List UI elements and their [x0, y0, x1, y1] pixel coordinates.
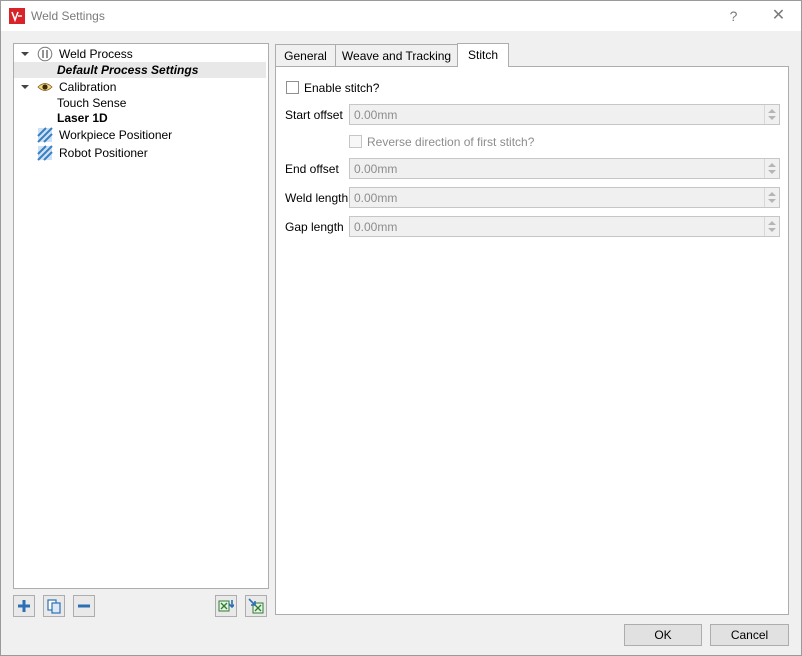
tree-item-default-process-settings[interactable]: Default Process Settings [14, 62, 266, 78]
gap-length-input[interactable]: 0.00mm [349, 216, 780, 237]
tree-item-robot-positioner[interactable]: Robot Positioner [14, 145, 266, 161]
tree-item-label: Workpiece Positioner [59, 128, 173, 142]
spin-up-icon[interactable] [768, 192, 776, 196]
tree-item-weld-process[interactable]: Weld Process [14, 46, 266, 62]
tree-item-laser-1d[interactable]: Laser 1D [14, 110, 266, 126]
spin-up-icon[interactable] [768, 163, 776, 167]
reverse-direction-label: Reverse direction of first stitch? [367, 135, 535, 149]
tree-item-touch-sense[interactable]: Touch Sense [14, 95, 266, 111]
tree-item-label: Default Process Settings [57, 63, 199, 77]
ok-button[interactable]: OK [624, 624, 702, 646]
export-button[interactable] [245, 595, 267, 617]
tree-item-label: Weld Process [59, 47, 133, 61]
expand-arrow-icon[interactable] [20, 46, 30, 62]
weld-length-label: Weld length [285, 191, 349, 205]
gap-length-value: 0.00mm [354, 220, 398, 234]
end-offset-label: End offset [285, 162, 339, 176]
weld-length-input[interactable]: 0.00mm [349, 187, 780, 208]
tree-item-label: Laser 1D [57, 111, 108, 125]
end-offset-value: 0.00mm [354, 162, 398, 176]
title-bar: Weld Settings ? ✕ [1, 1, 801, 31]
export-icon [248, 598, 264, 614]
copy-icon [47, 599, 61, 614]
weld-process-icon [37, 46, 53, 62]
tab-stitch[interactable]: Stitch [457, 43, 509, 67]
end-offset-stepper[interactable] [764, 159, 779, 178]
weld-length-stepper[interactable] [764, 188, 779, 207]
reverse-direction-checkbox[interactable] [349, 135, 362, 148]
positioner-icon [37, 127, 53, 143]
tree-item-label: Touch Sense [57, 96, 127, 110]
positioner-icon [37, 145, 53, 161]
expand-arrow-icon[interactable] [20, 79, 30, 95]
tree-item-workpiece-positioner[interactable]: Workpiece Positioner [14, 127, 266, 143]
gap-length-label: Gap length [285, 220, 344, 234]
import-icon [218, 600, 234, 612]
spin-up-icon[interactable] [768, 109, 776, 113]
remove-button[interactable] [73, 595, 95, 617]
weld-length-value: 0.00mm [354, 191, 398, 205]
enable-stitch-label: Enable stitch? [304, 81, 380, 95]
gap-length-stepper[interactable] [764, 217, 779, 236]
spin-down-icon[interactable] [768, 228, 776, 232]
help-button[interactable]: ? [711, 1, 756, 31]
start-offset-value: 0.00mm [354, 108, 398, 122]
window-title: Weld Settings [31, 9, 105, 23]
close-button[interactable]: ✕ [756, 1, 801, 31]
enable-stitch-checkbox[interactable] [286, 81, 299, 94]
spin-down-icon[interactable] [768, 199, 776, 203]
settings-tree[interactable]: Weld Process Default Process Settings Ca… [13, 43, 269, 589]
spin-down-icon[interactable] [768, 170, 776, 174]
tree-item-label: Calibration [59, 80, 117, 94]
tab-general[interactable]: General [275, 44, 336, 66]
import-button[interactable] [215, 595, 237, 617]
add-button[interactable] [13, 595, 35, 617]
cancel-button[interactable]: Cancel [710, 624, 789, 646]
tree-item-label: Robot Positioner [59, 146, 148, 160]
start-offset-label: Start offset [285, 108, 343, 122]
start-offset-input[interactable]: 0.00mm [349, 104, 780, 125]
app-logo-icon [9, 8, 25, 24]
copy-button[interactable] [43, 595, 65, 617]
plus-icon [18, 600, 30, 612]
tree-item-calibration[interactable]: Calibration [14, 79, 266, 95]
tab-weave-and-tracking[interactable]: Weave and Tracking [335, 44, 458, 66]
spin-up-icon[interactable] [768, 221, 776, 225]
end-offset-input[interactable]: 0.00mm [349, 158, 780, 179]
eye-icon [37, 83, 53, 91]
minus-icon [78, 604, 90, 608]
start-offset-stepper[interactable] [764, 105, 779, 124]
spin-down-icon[interactable] [768, 116, 776, 120]
stitch-tab-panel: Enable stitch? Start offset 0.00mm Rever… [275, 66, 789, 615]
weld-settings-window: Weld Settings ? ✕ Weld Process Default P… [0, 0, 802, 656]
